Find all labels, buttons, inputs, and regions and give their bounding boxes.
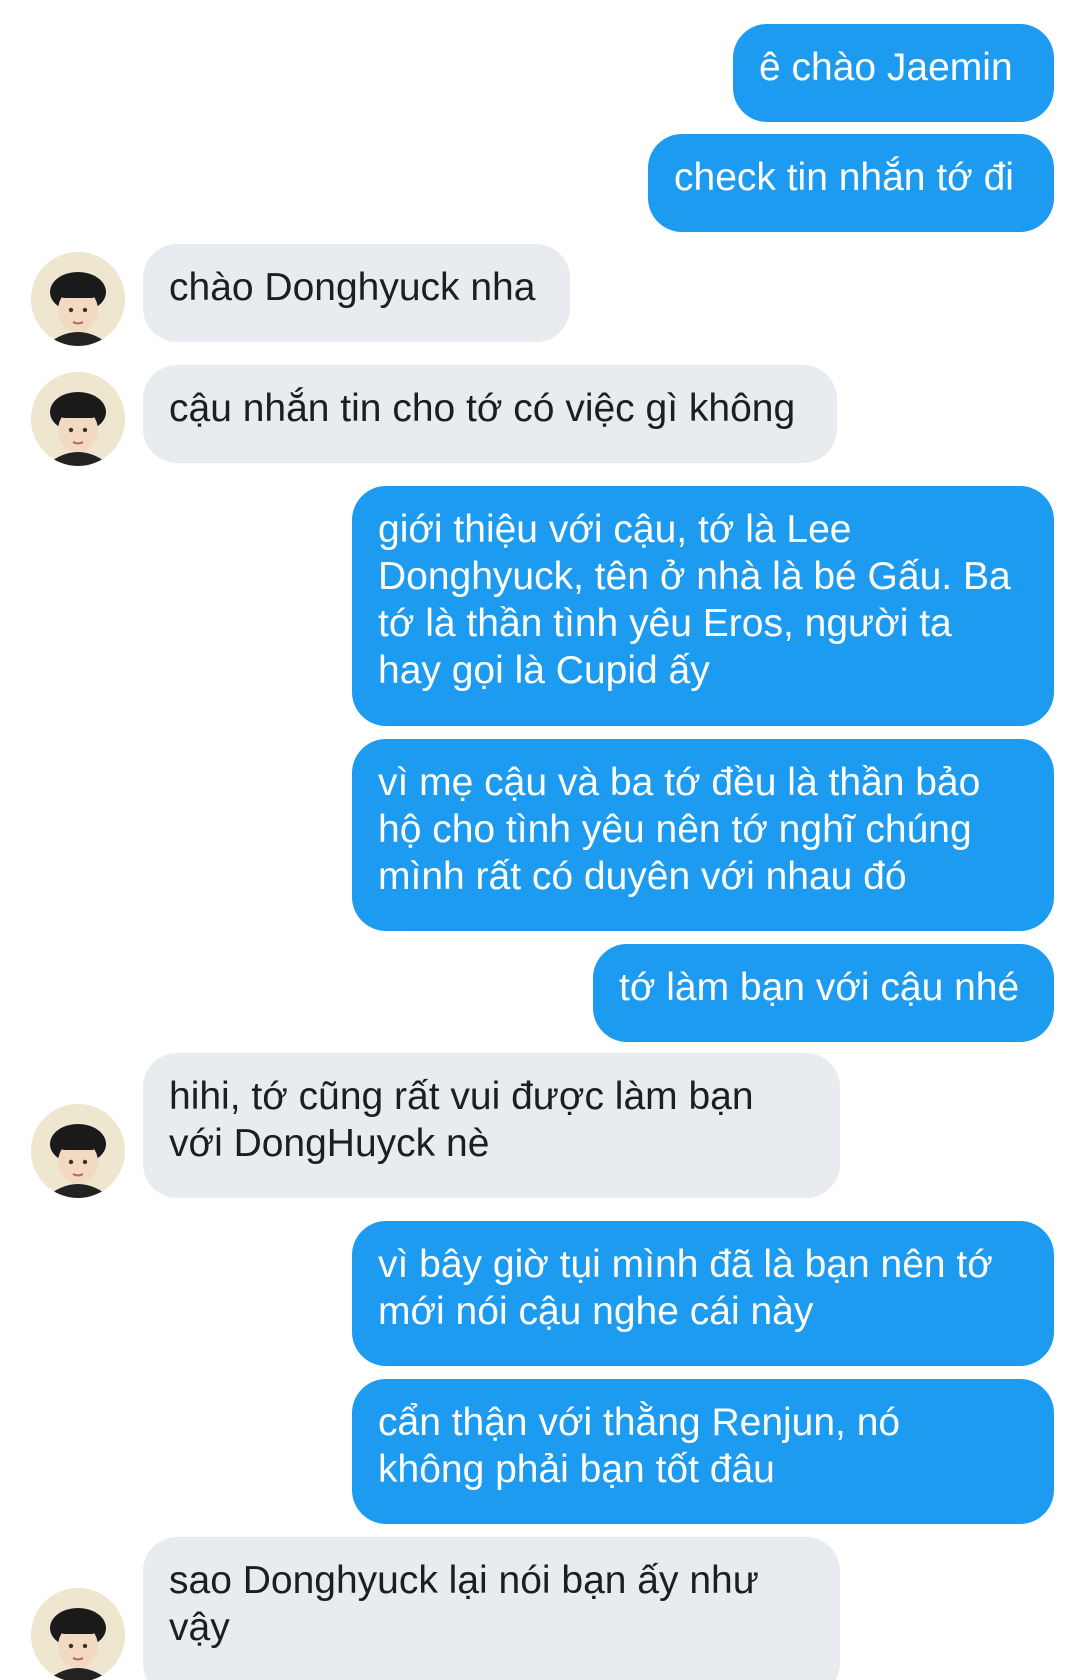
avatar-icon	[31, 1104, 125, 1198]
outgoing-message-bubble[interactable]: tớ làm bạn với cậu nhé	[593, 944, 1054, 1042]
contact-avatar[interactable]	[31, 1588, 125, 1680]
incoming-message-bubble[interactable]: cậu nhắn tin cho tớ có việc gì không	[143, 365, 837, 463]
chat-thread: ê chào Jaemin check tin nhắn tớ đi chào …	[0, 0, 1080, 1680]
avatar-icon	[31, 252, 125, 346]
outgoing-message-bubble[interactable]: vì bây giờ tụi mình đã là bạn nên tớ mới…	[352, 1221, 1054, 1366]
contact-avatar[interactable]	[31, 252, 125, 346]
outgoing-message-bubble[interactable]: ê chào Jaemin	[733, 24, 1054, 122]
contact-avatar[interactable]	[31, 372, 125, 466]
contact-avatar[interactable]	[31, 1104, 125, 1198]
outgoing-message-bubble[interactable]: cẩn thận với thằng Renjun, nó không phải…	[352, 1379, 1054, 1524]
outgoing-message-bubble[interactable]: check tin nhắn tớ đi	[648, 134, 1054, 232]
incoming-message-bubble[interactable]: chào Donghyuck nha	[143, 244, 570, 342]
incoming-message-bubble[interactable]: sao Donghyuck lại nói bạn ấy như vậy	[143, 1537, 840, 1680]
incoming-message-bubble[interactable]: hihi, tớ cũng rất vui được làm bạn với D…	[143, 1053, 840, 1198]
outgoing-message-bubble[interactable]: vì mẹ cậu và ba tớ đều là thần bảo hộ ch…	[352, 739, 1054, 931]
outgoing-message-bubble[interactable]: giới thiệu với cậu, tớ là Lee Donghyuck,…	[352, 486, 1054, 726]
avatar-icon	[31, 372, 125, 466]
avatar-icon	[31, 1588, 125, 1680]
